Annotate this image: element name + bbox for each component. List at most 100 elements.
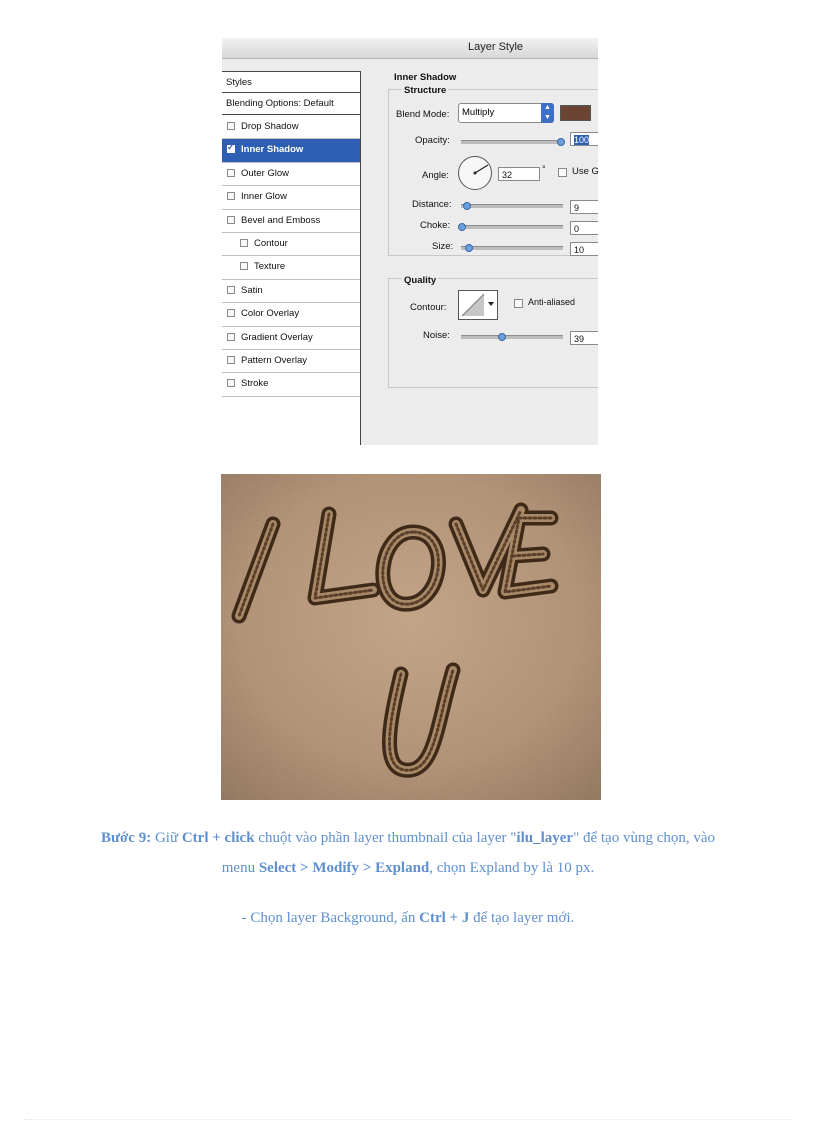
style-item-label: Inner Shadow <box>241 144 304 156</box>
texture-checkbox[interactable] <box>240 262 248 271</box>
style-item-label: Outer Glow <box>241 167 290 179</box>
choke-label: Choke: <box>420 220 451 231</box>
distance-slider-thumb[interactable] <box>463 202 471 210</box>
contour-label: Contour: <box>410 302 447 313</box>
style-item-satin[interactable]: Satin <box>222 280 360 304</box>
distance-slider[interactable] <box>461 202 563 210</box>
style-item-inner-glow[interactable]: Inner Glow <box>222 186 360 210</box>
dialog-title: Layer Style <box>468 41 524 53</box>
blend-mode-select[interactable]: Multiply ▲ ▼ <box>458 103 554 123</box>
contour-picker[interactable] <box>458 290 498 320</box>
step-9-line-2: menu Select > Modify > Expland, chọn Exp… <box>0 860 816 877</box>
blending-options-label: Blending Options: Default <box>226 98 334 109</box>
size-label: Size: <box>432 241 454 252</box>
anti-aliased-checkbox[interactable] <box>514 299 523 308</box>
noise-input[interactable]: 39 <box>570 331 598 345</box>
text-run: , chọn Expland by là 10 px. <box>429 860 595 876</box>
angle-label: Angle: <box>422 170 449 181</box>
text-run: để tạo layer mới. <box>469 910 575 926</box>
style-item-color-overlay[interactable]: Color Overlay <box>222 303 360 327</box>
choke-slider[interactable] <box>458 223 563 231</box>
style-item-label: Stroke <box>241 378 269 390</box>
style-item-bevel-and-emboss[interactable]: Bevel and Emboss <box>222 210 360 233</box>
styles-header[interactable]: Styles <box>222 71 360 93</box>
shortcut-ctrl-click: Ctrl + click <box>181 830 255 846</box>
sand-photo-image <box>221 474 601 800</box>
style-item-label: Pattern Overlay <box>241 355 307 366</box>
size-input[interactable]: 10 <box>570 242 598 256</box>
select-arrows-icon: ▲ ▼ <box>541 103 554 123</box>
anti-aliased-label: Anti-aliased <box>528 297 576 307</box>
size-slider-thumb[interactable] <box>465 244 473 252</box>
angle-dial[interactable] <box>458 156 492 190</box>
blend-mode-value: Multiply <box>462 107 495 118</box>
style-item-label: Contour <box>254 238 288 249</box>
shadow-color-swatch[interactable] <box>560 105 591 121</box>
pattern-overlay-checkbox[interactable] <box>227 356 235 364</box>
opacity-input[interactable]: 100 <box>570 132 598 146</box>
text-run: menu <box>221 860 259 876</box>
blending-options-item[interactable]: Blending Options: Default <box>222 93 360 115</box>
menu-path: Select > Modify > Expland <box>258 860 430 876</box>
style-item-label: Satin <box>241 284 263 296</box>
style-item-drop-shadow[interactable]: Drop Shadow <box>222 116 360 140</box>
text-run: - Chọn layer Background, ấn <box>241 910 420 926</box>
degree-symbol: ° <box>542 164 546 174</box>
style-item-outer-glow[interactable]: Outer Glow <box>222 163 360 187</box>
styles-list: Styles Blending Options: Default Drop Sh… <box>222 71 361 445</box>
choke-slider-thumb[interactable] <box>458 223 466 231</box>
opacity-slider-thumb[interactable] <box>557 138 565 146</box>
opacity-label: Opacity: <box>415 135 450 146</box>
drop-shadow-checkbox[interactable] <box>227 122 235 130</box>
style-item-contour[interactable]: Contour <box>222 233 360 257</box>
text-run: Giữ <box>151 830 182 846</box>
sand-text-photo <box>221 474 601 800</box>
style-item-label: Inner Glow <box>241 191 287 203</box>
inner-shadow-checkbox[interactable] <box>227 142 235 154</box>
bevel-and-emboss-checkbox[interactable] <box>227 215 235 224</box>
step-9-line-1: Bước 9: Giữ Ctrl + click chuột vào phần … <box>0 830 816 847</box>
style-item-inner-shadow[interactable]: Inner Shadow <box>222 139 360 163</box>
angle-needle-icon <box>473 164 489 175</box>
style-item-gradient-overlay[interactable]: Gradient Overlay <box>222 327 360 350</box>
structure-title: Structure <box>402 85 449 96</box>
style-item-texture[interactable]: Texture <box>222 256 360 280</box>
noise-slider-thumb[interactable] <box>498 333 506 341</box>
shortcut-ctrl-j: Ctrl + J <box>419 910 470 926</box>
angle-input[interactable]: 32 <box>498 167 540 181</box>
style-item-pattern-overlay[interactable]: Pattern Overlay <box>222 350 360 374</box>
gradient-overlay-checkbox[interactable] <box>227 332 235 341</box>
inner-shadow-panel: Inner Shadow Structure Blend Mode: Multi… <box>378 72 598 445</box>
use-global-light-checkbox[interactable] <box>558 168 567 177</box>
distance-input[interactable]: 9 <box>570 200 598 214</box>
styles-header-label: Styles <box>226 77 252 88</box>
opacity-slider[interactable] <box>461 138 565 146</box>
noise-slider[interactable] <box>461 333 563 341</box>
color-overlay-checkbox[interactable] <box>227 309 235 318</box>
style-item-label: Texture <box>254 261 286 273</box>
inner-glow-checkbox[interactable] <box>227 192 235 201</box>
style-item-label: Bevel and Emboss <box>241 214 321 226</box>
step-9-line-3: - Chọn layer Background, ấn Ctrl + J để … <box>0 910 816 927</box>
stroke-checkbox[interactable] <box>227 379 235 388</box>
text-run: chuột vào phần layer thumbnail của layer… <box>254 830 517 846</box>
choke-input[interactable]: 0 <box>570 221 598 235</box>
layer-name: ilu_layer <box>516 830 574 846</box>
contour-checkbox[interactable] <box>240 239 248 247</box>
size-slider[interactable] <box>461 244 563 252</box>
blend-mode-label: Blend Mode: <box>396 109 450 120</box>
style-item-label: Color Overlay <box>241 308 300 320</box>
dialog-title-bar: Layer Style <box>222 38 598 59</box>
style-item-label: Gradient Overlay <box>241 331 313 343</box>
contour-curve-icon <box>461 293 494 317</box>
step-label: Bước 9: <box>100 830 152 846</box>
outer-glow-checkbox[interactable] <box>227 168 235 177</box>
style-item-stroke[interactable]: Stroke <box>222 373 360 397</box>
layer-style-dialog: Layer Style Styles Blending Options: Def… <box>222 38 598 445</box>
satin-checkbox[interactable] <box>227 285 235 294</box>
style-item-label: Drop Shadow <box>241 121 299 132</box>
text-run: " để tạo vùng chọn, vào <box>573 830 716 846</box>
section-title: Inner Shadow <box>394 72 457 83</box>
distance-label: Distance: <box>412 199 452 210</box>
use-global-light-label: Use G <box>572 166 598 177</box>
